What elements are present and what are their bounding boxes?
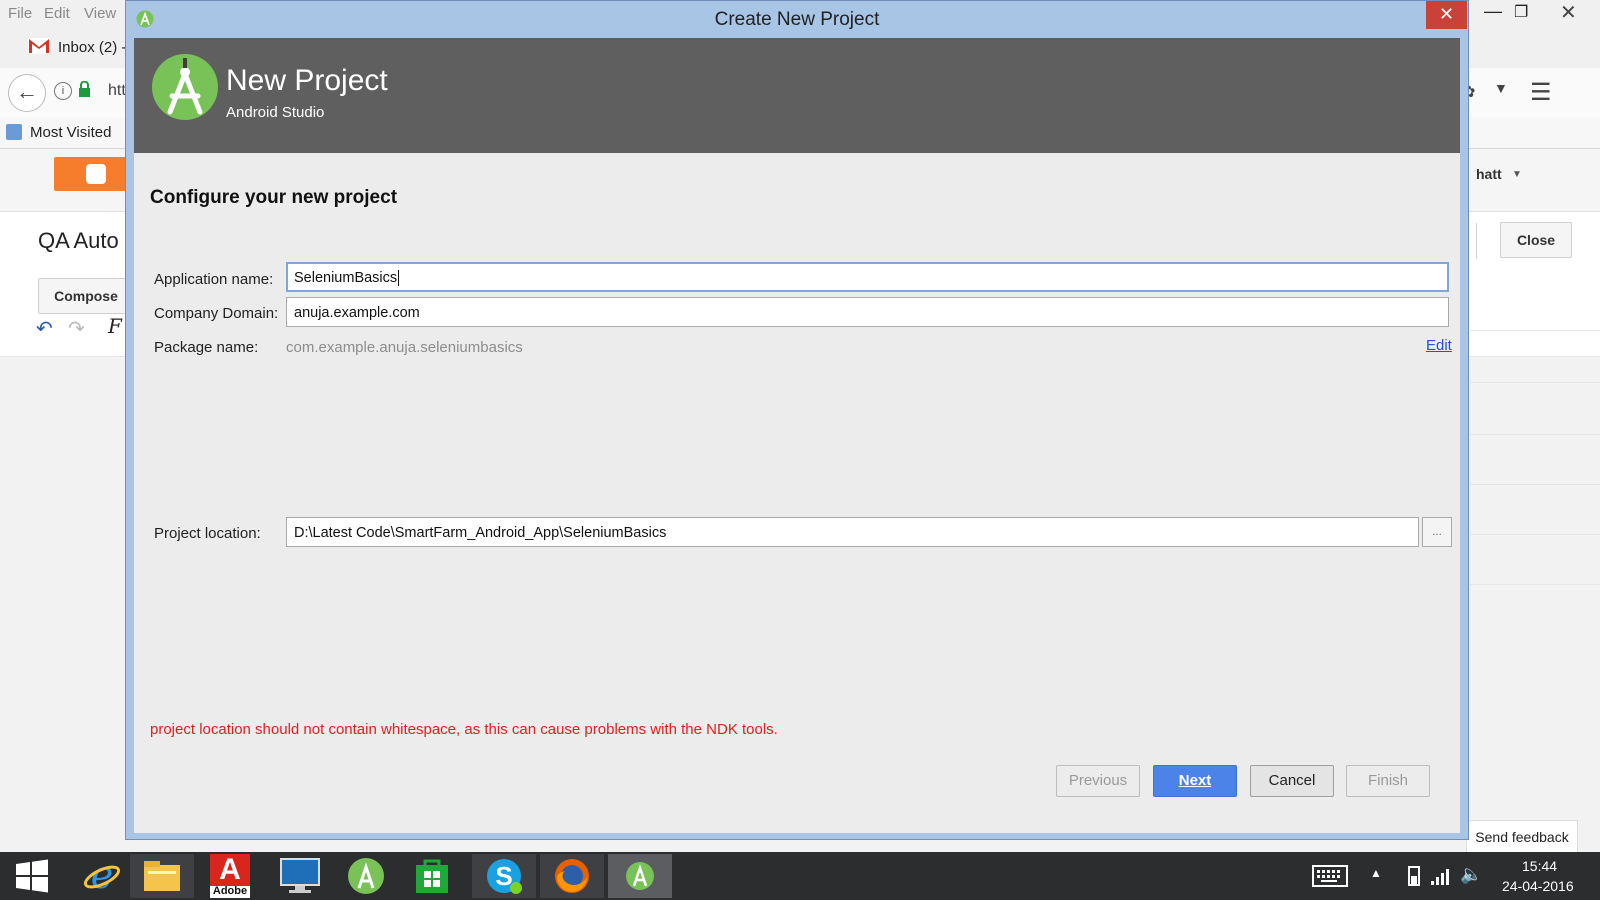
signal-icon[interactable]: [1430, 866, 1450, 886]
lock-icon: [78, 80, 91, 97]
menu-view[interactable]: View: [84, 5, 116, 22]
account-name[interactable]: hatt: [1476, 166, 1502, 182]
restore-icon[interactable]: ❐: [1514, 2, 1528, 22]
dialog-titlebar[interactable]: Create New Project ✕: [126, 1, 1468, 38]
skype-icon[interactable]: S: [472, 854, 536, 898]
windows-taskbar: e A Adobe S ▲ 🔈 15:44 24-04-2016: [0, 852, 1600, 900]
gmail-icon: [28, 38, 50, 54]
adobe-label: Adobe: [212, 885, 248, 897]
clock-date[interactable]: 24-04-2016: [1502, 878, 1574, 894]
font-icon[interactable]: F: [108, 314, 122, 338]
warning-message: project location should not contain whit…: [150, 721, 778, 738]
store-icon[interactable]: [400, 854, 464, 898]
blog-title: QA Auto: [38, 228, 119, 253]
package-name-value: com.example.anuja.seleniumbasics: [286, 339, 523, 356]
menu-file[interactable]: File: [8, 5, 32, 22]
adobe-icon[interactable]: A Adobe: [198, 854, 262, 898]
edit-package-link[interactable]: Edit: [1426, 337, 1452, 354]
previous-button[interactable]: Previous: [1056, 765, 1140, 797]
app-name-input[interactable]: SeleniumBasics: [286, 262, 1449, 292]
android-studio-taskbar-icon[interactable]: [334, 854, 398, 898]
company-domain-label: Company Domain:: [154, 305, 279, 322]
dialog-title: Create New Project: [714, 9, 880, 30]
windows-start-icon[interactable]: [0, 854, 64, 898]
bookmark-most-visited[interactable]: Most Visited: [30, 124, 111, 141]
header-title: New Project: [226, 64, 388, 97]
blogger-logo-icon[interactable]: [54, 157, 126, 191]
next-button[interactable]: Next: [1153, 765, 1237, 797]
app-name-label: Application name:: [154, 271, 274, 288]
back-icon[interactable]: ←: [8, 74, 46, 112]
project-location-label: Project location:: [154, 525, 261, 542]
app-name-value: SeleniumBasics: [294, 270, 398, 286]
url-bar[interactable]: htt: [108, 82, 126, 100]
dialog-header: New Project Android Studio: [134, 38, 1460, 153]
svg-text:e: e: [91, 856, 114, 896]
cancel-button[interactable]: Cancel: [1250, 765, 1334, 797]
info-icon[interactable]: i: [54, 82, 72, 100]
browse-location-button[interactable]: ...: [1422, 517, 1452, 547]
battery-icon[interactable]: [1408, 866, 1420, 886]
android-studio-active-icon[interactable]: [608, 854, 672, 898]
firefox-icon[interactable]: [540, 854, 604, 898]
ie-icon[interactable]: e: [70, 854, 134, 898]
dialog-close-icon[interactable]: ✕: [1426, 1, 1467, 29]
tab-inbox[interactable]: Inbox (2) -: [58, 39, 126, 56]
chevron-down-icon[interactable]: ▼: [1494, 80, 1508, 96]
send-feedback-button[interactable]: Send feedback: [1466, 820, 1578, 854]
company-domain-input[interactable]: anuja.example.com: [286, 297, 1449, 327]
tray-chevron-up-icon[interactable]: ▲: [1370, 866, 1382, 880]
account-chevron-icon[interactable]: ▼: [1512, 169, 1522, 180]
bookmark-icon: [6, 124, 22, 140]
close-button[interactable]: Close: [1500, 222, 1572, 258]
undo-icon[interactable]: ↶: [36, 316, 53, 341]
package-name-label: Package name:: [154, 339, 259, 356]
dialog-body: Configure your new project Application n…: [134, 153, 1460, 833]
create-project-dialog: Create New Project ✕ New Project Android…: [125, 0, 1469, 840]
finish-button[interactable]: Finish: [1346, 765, 1430, 797]
hamburger-menu-icon[interactable]: ☰: [1530, 78, 1552, 107]
compose-button[interactable]: Compose: [38, 278, 134, 314]
svg-text:S: S: [495, 861, 512, 891]
file-explorer-icon[interactable]: [130, 854, 194, 898]
menu-edit[interactable]: Edit: [44, 5, 70, 22]
lenovo-icon[interactable]: [268, 854, 332, 898]
volume-icon[interactable]: 🔈: [1460, 864, 1482, 885]
section-title: Configure your new project: [150, 187, 398, 208]
minimize-icon[interactable]: —: [1484, 1, 1502, 22]
close-icon[interactable]: ✕: [1560, 0, 1577, 25]
header-subtitle: Android Studio: [226, 104, 325, 121]
redo-icon[interactable]: ↷: [68, 316, 85, 341]
project-location-input[interactable]: D:\Latest Code\SmartFarm_Android_App\Sel…: [286, 517, 1419, 547]
android-studio-logo-icon: [150, 52, 220, 122]
clock-time[interactable]: 15:44: [1522, 858, 1557, 874]
keyboard-icon[interactable]: [1312, 865, 1348, 887]
